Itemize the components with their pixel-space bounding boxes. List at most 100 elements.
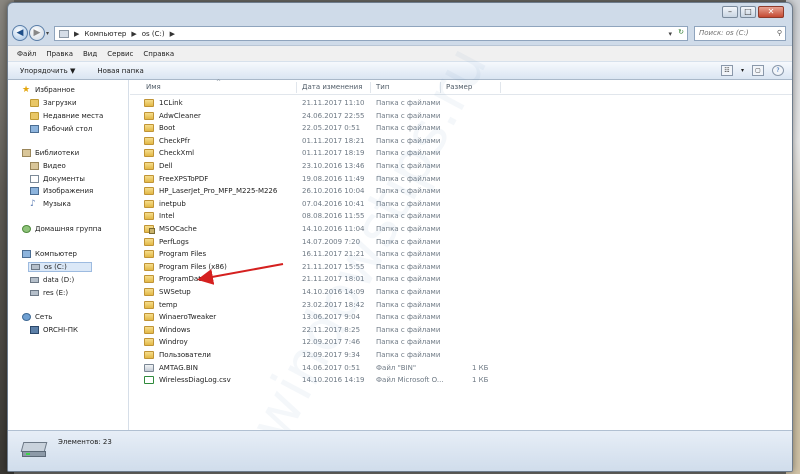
pc-icon bbox=[30, 326, 39, 334]
nav-drive-c[interactable]: os (C:) bbox=[28, 262, 92, 272]
file-name: Пользователи bbox=[159, 351, 211, 359]
file-row[interactable]: Program Files 16.11.2017 21:21 Папка с фай… bbox=[142, 248, 472, 261]
folder-icon bbox=[144, 300, 154, 309]
file-row[interactable]: MSOCache 14.10.2016 11:04 Папка с файлами bbox=[142, 223, 472, 236]
folder-icon bbox=[144, 136, 154, 145]
new-folder-button[interactable]: Новая папка bbox=[97, 67, 143, 75]
file-date: 01.11.2017 18:21 bbox=[302, 136, 365, 145]
folder-icon bbox=[144, 111, 154, 120]
organize-button[interactable]: Упорядочить ▼ bbox=[20, 67, 75, 75]
folder-icon bbox=[144, 99, 154, 107]
menu-help[interactable]: Справка bbox=[143, 50, 174, 58]
navigation-pane: ★ Избранное Загрузки Недавние места Рабоч… bbox=[8, 80, 129, 430]
breadcrumb-computer[interactable]: Компьютер bbox=[84, 30, 126, 38]
nav-label: Музыка bbox=[43, 200, 71, 208]
nav-desktop[interactable]: Рабочий стол bbox=[30, 125, 92, 133]
file-name: SWSetup bbox=[159, 288, 191, 296]
history-dropdown-icon[interactable]: ▾ bbox=[46, 30, 49, 37]
back-arrow-icon[interactable]: ◀ bbox=[12, 25, 28, 41]
search-input[interactable]: Поиск: os (C:) ⚲ bbox=[694, 26, 786, 41]
file-row[interactable]: PerfLogs 14.07.2009 7:20 Папка с файлами bbox=[142, 236, 472, 249]
file-name: 1CLink bbox=[159, 99, 183, 107]
desktop-icon bbox=[30, 125, 39, 133]
downloads-folder-icon bbox=[30, 99, 39, 107]
folder-icon bbox=[144, 212, 154, 221]
file-type: Папка с файлами bbox=[376, 300, 441, 309]
close-button[interactable]: ✕ bbox=[758, 6, 784, 18]
menu-edit[interactable]: Правка bbox=[46, 50, 73, 58]
nav-libraries[interactable]: Библиотеки bbox=[22, 149, 79, 157]
drive-large-icon bbox=[20, 442, 48, 458]
column-name[interactable]: Имя bbox=[146, 83, 161, 91]
breadcrumb-drive[interactable]: os (C:) bbox=[142, 30, 165, 38]
nav-music[interactable]: ♪ Музыка bbox=[30, 200, 71, 209]
file-type: Папка с файлами bbox=[376, 313, 441, 322]
address-bar[interactable]: ▶ Компьютер ▶ os (C:) ▶ ▾ ↻ bbox=[54, 26, 688, 41]
file-size: 1 КБ bbox=[472, 376, 489, 385]
menu-file[interactable]: Файл bbox=[17, 50, 36, 58]
view-dropdown-icon[interactable]: ▾ bbox=[741, 67, 744, 74]
status-bar: Элементов: 23 bbox=[8, 430, 792, 471]
menu-tools[interactable]: Сервис bbox=[107, 50, 133, 58]
computer-icon bbox=[22, 250, 31, 258]
items-count: Элементов: 23 bbox=[58, 438, 112, 446]
refresh-icon[interactable]: ↻ bbox=[678, 28, 684, 36]
nav-pc[interactable]: ORCHI-ПК bbox=[30, 326, 78, 334]
file-name: ProgramData bbox=[159, 275, 206, 284]
forward-arrow-icon[interactable]: ▶ bbox=[29, 25, 45, 41]
maximize-button[interactable]: □ bbox=[740, 6, 756, 18]
nav-favorites[interactable]: ★ Избранное bbox=[22, 86, 75, 95]
help-icon[interactable]: ? bbox=[772, 65, 784, 76]
folder-icon bbox=[144, 237, 154, 246]
nav-label: Изображения bbox=[43, 187, 94, 195]
nav-video[interactable]: Видео bbox=[30, 162, 66, 170]
search-icon[interactable]: ⚲ bbox=[777, 27, 782, 40]
column-type[interactable]: Тип bbox=[376, 83, 389, 91]
nav-homegroup[interactable]: Домашняя группа bbox=[22, 225, 102, 233]
file-row[interactable]: Program Files (x86) 21.11.2017 15:55 Папка… bbox=[142, 261, 472, 274]
file-name: FreeXPSToPDF bbox=[159, 174, 209, 183]
nav-documents[interactable]: Документы bbox=[30, 175, 85, 183]
preview-pane-icon[interactable]: ▢ bbox=[752, 65, 764, 76]
nav-images[interactable]: Изображения bbox=[30, 187, 93, 195]
breadcrumb-chevron-icon[interactable]: ▶ bbox=[74, 30, 79, 38]
folder-icon bbox=[144, 187, 154, 196]
column-date[interactable]: Дата изменения bbox=[302, 83, 362, 91]
file-name: Windows bbox=[159, 325, 191, 334]
view-options-icon[interactable]: ☷ bbox=[720, 65, 733, 76]
nav-recent[interactable]: Недавние места bbox=[30, 112, 103, 120]
drive-icon bbox=[31, 264, 40, 270]
images-icon bbox=[30, 187, 39, 195]
file-name: AdwCleaner bbox=[159, 111, 201, 120]
minimize-button[interactable]: – bbox=[722, 6, 738, 18]
folder-icon bbox=[144, 250, 154, 259]
nav-network[interactable]: Сеть bbox=[22, 313, 52, 321]
nav-computer[interactable]: Компьютер bbox=[22, 250, 77, 258]
nav-label: Сеть bbox=[35, 313, 53, 321]
folder-icon bbox=[144, 124, 154, 133]
title-bar[interactable]: – □ ✕ bbox=[8, 3, 792, 21]
folder-icon bbox=[144, 162, 154, 170]
menu-view[interactable]: Вид bbox=[83, 50, 97, 58]
breadcrumb-chevron-icon[interactable]: ▶ bbox=[170, 30, 175, 38]
address-dropdown-icon[interactable]: ▾ bbox=[668, 30, 672, 38]
folder-icon bbox=[144, 174, 154, 183]
nav-label: os (C:) bbox=[44, 263, 67, 271]
computer-icon bbox=[59, 29, 69, 38]
folder-icon bbox=[144, 351, 154, 359]
file-date: 23.10.2016 13:46 bbox=[302, 162, 365, 170]
nav-drive-e[interactable]: res (E:) bbox=[30, 289, 68, 297]
nav-label: Домашняя группа bbox=[35, 225, 102, 233]
nav-drive-d[interactable]: data (D:) bbox=[30, 276, 74, 284]
nav-downloads[interactable]: Загрузки bbox=[30, 99, 77, 107]
breadcrumb-chevron-icon[interactable]: ▶ bbox=[131, 30, 136, 38]
nav-label: Недавние места bbox=[43, 112, 104, 120]
file-name: PerfLogs bbox=[159, 237, 189, 246]
folder-icon bbox=[144, 288, 154, 296]
menu-bar: Файл Правка Вид Сервис Справка bbox=[8, 45, 792, 61]
file-name: temp bbox=[159, 300, 178, 309]
drive-icon bbox=[30, 290, 39, 296]
nav-label: res (E:) bbox=[43, 289, 69, 297]
nav-label: Видео bbox=[43, 162, 66, 170]
file-name: HP_LaserJet_Pro_MFP_M225-M226 bbox=[159, 187, 278, 196]
